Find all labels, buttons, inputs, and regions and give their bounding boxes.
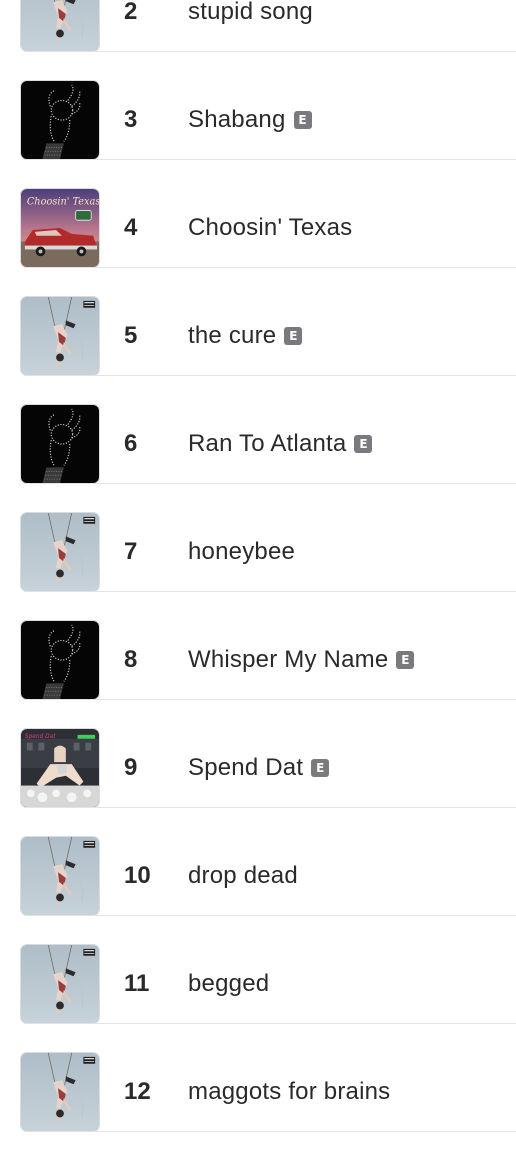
song-row[interactable]: 5 the cure E (0, 268, 516, 376)
song-title-group: maggots for brains (188, 1078, 390, 1106)
chart-rank: 8 (124, 646, 138, 673)
song-row[interactable]: 8 Whisper My Name E (0, 592, 516, 700)
song-row[interactable]: Spend Dat 9 Spend Dat E (0, 700, 516, 808)
song-title[interactable]: drop dead (188, 862, 298, 890)
song-title-group: Whisper My Name E (188, 646, 415, 674)
album-artwork[interactable] (20, 512, 100, 592)
song-row[interactable]: 3 Shabang E (0, 52, 516, 160)
explicit-badge-icon: E (284, 327, 303, 345)
song-row[interactable]: 7 honeybee (0, 484, 516, 592)
song-title-group: stupid song (188, 0, 313, 26)
song-title[interactable]: maggots for brains (188, 1078, 390, 1106)
chart-rank: 2 (124, 0, 138, 25)
album-artwork[interactable] (20, 0, 100, 52)
album-artwork[interactable]: Choosin' Texas (20, 188, 100, 268)
song-row[interactable]: 6 Ran To Atlanta E (0, 376, 516, 484)
song-title-group: Shabang E (188, 106, 312, 134)
row-divider (24, 1131, 516, 1132)
explicit-badge-icon: E (311, 759, 330, 777)
explicit-badge-icon: E (293, 111, 312, 129)
song-title[interactable]: honeybee (188, 538, 295, 566)
album-artwork[interactable] (20, 944, 100, 1024)
explicit-badge-icon: E (396, 651, 415, 669)
song-row[interactable]: 12 maggots for brains (0, 1024, 516, 1132)
song-title[interactable]: Shabang (188, 106, 286, 134)
song-row[interactable]: 10 drop dead (0, 808, 516, 916)
album-artwork[interactable] (20, 296, 100, 376)
svg-text:Choosin' Texas: Choosin' Texas (27, 197, 99, 208)
explicit-badge-icon: E (354, 435, 373, 453)
song-row[interactable]: 2 stupid song (0, 0, 516, 52)
song-list: 2 stupid song 3 Shabang E Choosin' Texas… (0, 0, 516, 1132)
album-artwork[interactable] (20, 836, 100, 916)
chart-rank: 12 (124, 1078, 151, 1105)
song-title-group: Choosin' Texas (188, 214, 352, 242)
song-title[interactable]: stupid song (188, 0, 313, 26)
svg-text:Spend Dat: Spend Dat (25, 734, 56, 740)
chart-rank: 9 (124, 754, 138, 781)
album-artwork[interactable] (20, 620, 100, 700)
song-title-group: drop dead (188, 862, 298, 890)
chart-rank: 10 (124, 862, 151, 889)
album-artwork[interactable] (20, 1052, 100, 1132)
album-artwork[interactable] (20, 404, 100, 484)
chart-rank: 5 (124, 322, 138, 349)
chart-rank: 11 (124, 970, 150, 997)
chart-rank: 4 (124, 214, 138, 241)
album-artwork[interactable] (20, 80, 100, 160)
chart-rank: 7 (124, 538, 138, 565)
song-title[interactable]: Ran To Atlanta (188, 430, 346, 458)
song-title-group: begged (188, 970, 269, 998)
song-title[interactable]: begged (188, 970, 269, 998)
chart-rank: 3 (124, 106, 138, 133)
song-row[interactable]: 11 begged (0, 916, 516, 1024)
song-title-group: the cure E (188, 322, 303, 350)
album-artwork[interactable]: Spend Dat (20, 728, 100, 808)
song-title[interactable]: Choosin' Texas (188, 214, 352, 242)
song-title[interactable]: Spend Dat (188, 754, 303, 782)
song-title[interactable]: the cure (188, 322, 276, 350)
song-title-group: honeybee (188, 538, 295, 566)
song-row[interactable]: Choosin' Texas 4 Choosin' Texas (0, 160, 516, 268)
song-title[interactable]: Whisper My Name (188, 646, 388, 674)
chart-rank: 6 (124, 430, 138, 457)
song-title-group: Spend Dat E (188, 754, 330, 782)
song-title-group: Ran To Atlanta E (188, 430, 373, 458)
